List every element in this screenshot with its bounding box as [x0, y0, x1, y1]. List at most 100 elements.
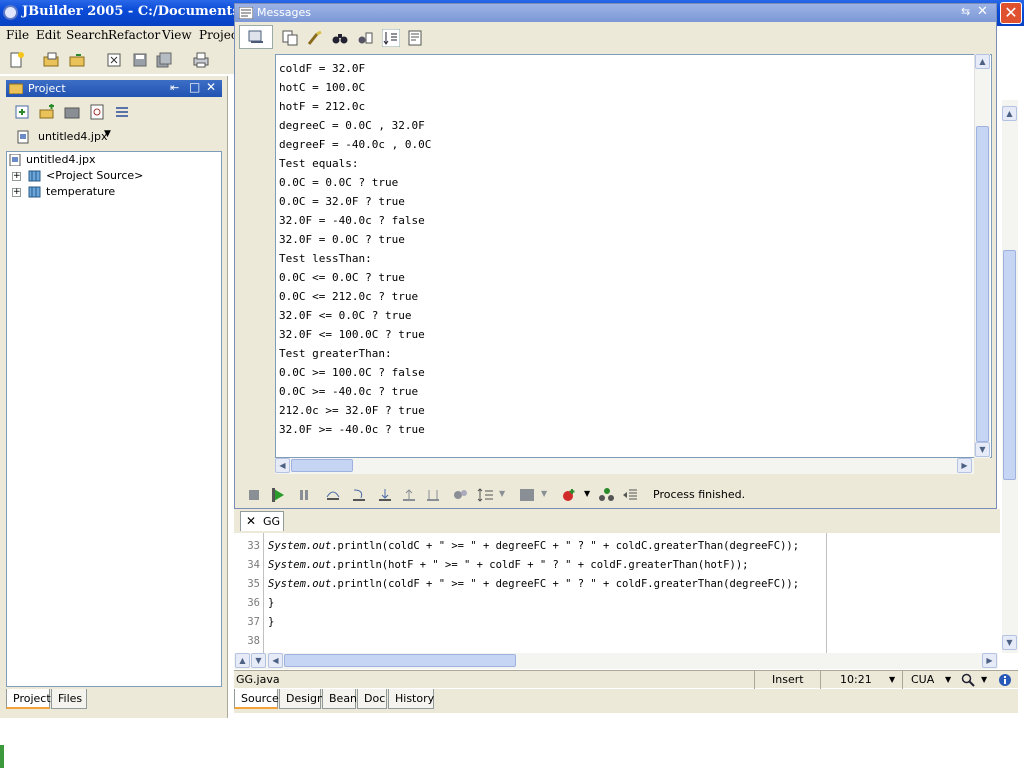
- project-selector[interactable]: untitled4.jpx ▼: [16, 128, 116, 146]
- scroll-left-icon[interactable]: ◀: [275, 458, 290, 473]
- add-watch-icon[interactable]: [598, 487, 616, 503]
- status-cursor-position[interactable]: 10:21: [840, 673, 872, 686]
- search-icon[interactable]: [961, 673, 975, 687]
- close-file-icon[interactable]: [105, 51, 123, 69]
- tree-item-label: untitled4.jpx: [26, 153, 96, 166]
- close-tab-icon[interactable]: ✕: [246, 514, 256, 528]
- output-line: Test lessThan:: [279, 252, 372, 265]
- print-icon[interactable]: [192, 51, 210, 69]
- chevron-down-icon[interactable]: ▼: [981, 675, 987, 684]
- clear-icon[interactable]: [307, 30, 323, 46]
- add-breakpoint-icon[interactable]: [561, 487, 577, 503]
- properties-icon[interactable]: [407, 30, 423, 46]
- remove-icon[interactable]: [64, 104, 80, 120]
- tab-bean[interactable]: Bean: [322, 689, 357, 709]
- chevron-down-icon[interactable]: ▼: [499, 489, 505, 498]
- code-editor[interactable]: 33 34 35 36 37 38 System.out.println(coldC + …: [234, 533, 1002, 653]
- menu-view[interactable]: View: [162, 28, 192, 42]
- save-icon[interactable]: [131, 51, 149, 69]
- find-icon[interactable]: [332, 30, 348, 46]
- scroll-thumb[interactable]: [291, 459, 353, 472]
- step-into-icon[interactable]: [351, 487, 367, 503]
- code-line[interactable]: System.out.println(coldF + " >= " + degr…: [268, 578, 799, 590]
- step-out-icon[interactable]: [401, 487, 417, 503]
- scroll-thumb[interactable]: [284, 654, 516, 667]
- smart-step-icon[interactable]: [377, 487, 393, 503]
- scroll-down-icon[interactable]: ▼: [975, 442, 990, 457]
- output-line: 0.0C = 32.0F ? true: [279, 195, 405, 208]
- chevron-down-icon[interactable]: ▼: [584, 489, 590, 498]
- new-file-icon[interactable]: [8, 51, 26, 69]
- expand-icon[interactable]: +: [12, 188, 21, 197]
- scroll-up-icon[interactable]: ▲: [1002, 106, 1017, 121]
- code-line[interactable]: }: [268, 597, 274, 609]
- word-wrap-icon[interactable]: [382, 29, 400, 47]
- messages-horizontal-scrollbar[interactable]: ◀ ▶: [275, 458, 974, 474]
- restore-icon[interactable]: ⇆: [961, 5, 970, 18]
- output-line: 32.0F <= 0.0C ? true: [279, 309, 412, 322]
- copy-icon[interactable]: [282, 30, 298, 46]
- scroll-left-icon[interactable]: ◀: [268, 653, 283, 668]
- code-line[interactable]: System.out.println(hotF + " >= " + coldF…: [268, 559, 748, 571]
- stop-icon[interactable]: [247, 488, 261, 502]
- add-files-icon[interactable]: [14, 104, 30, 120]
- chevron-down-icon[interactable]: ▼: [945, 675, 951, 684]
- step-over-icon[interactable]: [325, 487, 341, 503]
- tab-design[interactable]: Design: [279, 689, 324, 709]
- menu-edit[interactable]: Edit: [36, 28, 61, 42]
- open-folder-icon[interactable]: [42, 51, 60, 69]
- window-close-button[interactable]: ✕: [1000, 2, 1022, 24]
- chevron-down-icon[interactable]: ▼: [541, 489, 547, 498]
- menu-search[interactable]: Search: [66, 28, 109, 42]
- scroll-thumb[interactable]: [976, 126, 989, 442]
- tab-source[interactable]: Source: [234, 689, 279, 709]
- add-package-icon[interactable]: [39, 104, 55, 120]
- chevron-down-icon[interactable]: ▼: [104, 129, 111, 139]
- properties-icon[interactable]: [114, 104, 130, 120]
- evaluate-icon[interactable]: [519, 488, 535, 502]
- editor-horizontal-scrollbar[interactable]: ▲ ▼ ◀ ▶: [234, 653, 998, 669]
- next-edit-icon[interactable]: ▼: [251, 653, 266, 668]
- pause-icon[interactable]: [297, 488, 311, 502]
- menu-refactor[interactable]: Refactor: [108, 28, 160, 42]
- save-all-icon[interactable]: [155, 51, 173, 69]
- menu-file[interactable]: File: [6, 28, 29, 42]
- code-prefix: System.: [268, 559, 313, 571]
- pin-icon[interactable]: ⇤: [170, 81, 179, 94]
- message-output-area[interactable]: coldF = 32.0F hotC = 100.0C hotF = 212.0c d…: [275, 54, 992, 458]
- project-file-icon: [9, 154, 21, 166]
- project-selector-value: untitled4.jpx: [38, 130, 108, 143]
- messages-tab[interactable]: [239, 25, 273, 49]
- editor-vertical-scrollbar[interactable]: ▲ ▼: [1002, 100, 1018, 653]
- info-icon[interactable]: [998, 673, 1012, 687]
- show-current-frame-icon[interactable]: [477, 487, 495, 503]
- tab-history[interactable]: History: [388, 689, 434, 709]
- threads-icon[interactable]: [453, 487, 469, 503]
- tab-files[interactable]: Files: [51, 689, 87, 709]
- show-current-line-icon[interactable]: [622, 487, 638, 503]
- scroll-right-icon[interactable]: ▶: [982, 653, 997, 668]
- rerun-icon[interactable]: [271, 487, 287, 503]
- chevron-down-icon[interactable]: ▼: [889, 675, 895, 684]
- close-messages-icon[interactable]: ✕: [977, 4, 988, 19]
- tab-doc[interactable]: Doc: [357, 689, 387, 709]
- prev-edit-icon[interactable]: ▲: [235, 653, 250, 668]
- status-insert-mode[interactable]: Insert: [772, 673, 804, 686]
- code-line[interactable]: System.out.println(coldC + " >= " + degr…: [268, 540, 799, 552]
- scroll-up-icon[interactable]: ▲: [975, 54, 990, 69]
- find-next-icon[interactable]: [357, 30, 373, 46]
- reopen-icon[interactable]: [68, 51, 86, 69]
- run-to-cursor-icon[interactable]: [425, 487, 441, 503]
- messages-vertical-scrollbar[interactable]: ▲ ▼: [974, 54, 990, 458]
- refresh-icon[interactable]: [89, 104, 105, 120]
- scroll-thumb[interactable]: [1003, 250, 1016, 480]
- maximize-icon[interactable]: □: [189, 80, 200, 94]
- scroll-right-icon[interactable]: ▶: [957, 458, 972, 473]
- close-panel-icon[interactable]: ✕: [206, 80, 216, 94]
- code-line[interactable]: }: [268, 616, 274, 628]
- tab-project[interactable]: Project: [6, 689, 51, 709]
- scroll-down-icon[interactable]: ▼: [1002, 635, 1017, 650]
- editor-tab-gg[interactable]: ✕ GG: [240, 511, 284, 531]
- status-keymap[interactable]: CUA: [911, 673, 934, 686]
- expand-icon[interactable]: +: [12, 172, 21, 181]
